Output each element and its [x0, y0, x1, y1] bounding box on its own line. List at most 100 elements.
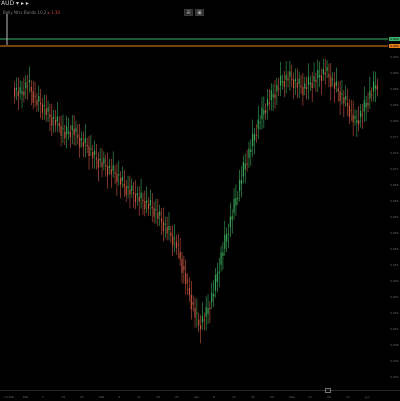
time-axis-label: 25 — [175, 395, 179, 399]
candle-body — [220, 252, 222, 265]
candle-body — [53, 116, 55, 119]
time-axis-label: 8 — [213, 395, 215, 399]
candle-body — [266, 99, 269, 106]
candle-body — [233, 198, 235, 213]
candle-body — [309, 82, 311, 85]
candle-body — [23, 91, 25, 96]
time-axis-label: 14 — [61, 395, 65, 399]
candle-body — [207, 308, 209, 314]
candle-body — [293, 79, 295, 89]
study-value: ▸ 1.10 — [47, 10, 60, 15]
time-axis-label: Mar — [99, 395, 105, 399]
candle-body — [138, 196, 140, 202]
candle-body — [92, 152, 94, 159]
candle-body — [40, 102, 42, 105]
candle-body — [335, 81, 337, 86]
candle-body — [259, 122, 261, 124]
candle-body — [160, 218, 163, 222]
candle-body — [166, 227, 168, 234]
time-axis-label: 11 — [137, 395, 141, 399]
candle-body — [118, 174, 120, 176]
time-axis-label: Jun — [365, 395, 370, 399]
candle-body — [30, 87, 32, 92]
candle-body — [289, 71, 291, 77]
symbol-selector[interactable]: AUD ▾ ▸ ▸ — [1, 0, 29, 7]
candle-body — [116, 173, 118, 183]
candle-body — [34, 95, 36, 97]
candle-body — [99, 158, 101, 161]
candle-body — [51, 117, 53, 126]
candle-body — [235, 198, 237, 206]
price-chart[interactable] — [0, 0, 400, 390]
lower-price-tag: 0.690 — [389, 44, 400, 48]
candle-body — [211, 292, 213, 303]
candle-body — [159, 211, 161, 216]
candle-body — [330, 76, 332, 87]
candle-body — [32, 91, 34, 103]
candle-body — [27, 85, 29, 87]
price-axis-label: 0.665 — [390, 199, 399, 203]
time-axis-label: 13 — [308, 395, 312, 399]
candle-body — [93, 150, 96, 155]
candle-body — [363, 100, 365, 112]
candle-body — [322, 69, 324, 74]
candle-body — [186, 280, 189, 282]
candle-body — [164, 223, 166, 225]
time-axis-label: 7 — [42, 395, 44, 399]
price-axis-label: 0.692 — [390, 55, 399, 59]
time-axis-label: 21 — [80, 395, 84, 399]
candle-body — [213, 294, 215, 297]
candle-body — [15, 87, 18, 90]
candle-body — [253, 134, 256, 141]
candle-body — [209, 308, 211, 310]
candle-body — [311, 82, 313, 89]
candle-body — [359, 110, 362, 118]
price-axis-label: 0.632 — [390, 375, 399, 379]
candle-body — [354, 116, 356, 119]
candle-body — [136, 193, 138, 196]
candle-body — [304, 83, 306, 89]
candle-body — [123, 183, 125, 187]
candle-body — [90, 148, 92, 150]
price-axis-label: 0.644 — [390, 311, 399, 315]
time-axis-label: 14-Feb — [4, 395, 15, 399]
candle-body — [73, 128, 75, 136]
candle-body — [88, 146, 90, 157]
candle-body — [188, 287, 191, 295]
candle-body — [300, 85, 302, 87]
scroll-to-end-button[interactable] — [325, 388, 331, 393]
candle-body — [218, 271, 220, 274]
candle-body — [17, 91, 19, 97]
candle-body — [120, 178, 122, 185]
layout-button[interactable]: ⊞ — [184, 9, 193, 16]
candle-body — [198, 319, 200, 326]
time-axis-label: May — [289, 395, 296, 399]
candle-body — [196, 312, 198, 314]
candle-body — [332, 79, 334, 81]
candle-body — [252, 133, 254, 147]
candle-body — [203, 319, 205, 321]
upper-price-tag: 0.694 — [389, 37, 400, 41]
candle-body — [21, 91, 23, 95]
price-axis-label: 0.653 — [390, 263, 399, 267]
price-axis-label: 0.683 — [390, 103, 399, 107]
candle-body — [153, 208, 155, 217]
candle-body — [278, 88, 280, 90]
candle-body — [103, 158, 105, 164]
candle-body — [326, 67, 328, 72]
price-axis-label: 0.686 — [390, 87, 399, 91]
candle-body — [346, 102, 349, 106]
candle-body — [58, 123, 60, 126]
chart-header: AUD ▾ ▸ ▸ — [0, 0, 400, 8]
candle-body — [250, 149, 252, 152]
candle-body — [365, 102, 367, 108]
candle-body — [19, 87, 21, 93]
candle-body — [306, 87, 308, 90]
candle-body — [348, 105, 350, 118]
time-axis[interactable] — [0, 390, 400, 401]
window-button[interactable]: ▣ — [195, 9, 204, 16]
candle-body — [356, 120, 358, 124]
time-axis-label: 22 — [251, 395, 255, 399]
candle-body — [268, 102, 271, 104]
candle-body — [179, 251, 181, 259]
